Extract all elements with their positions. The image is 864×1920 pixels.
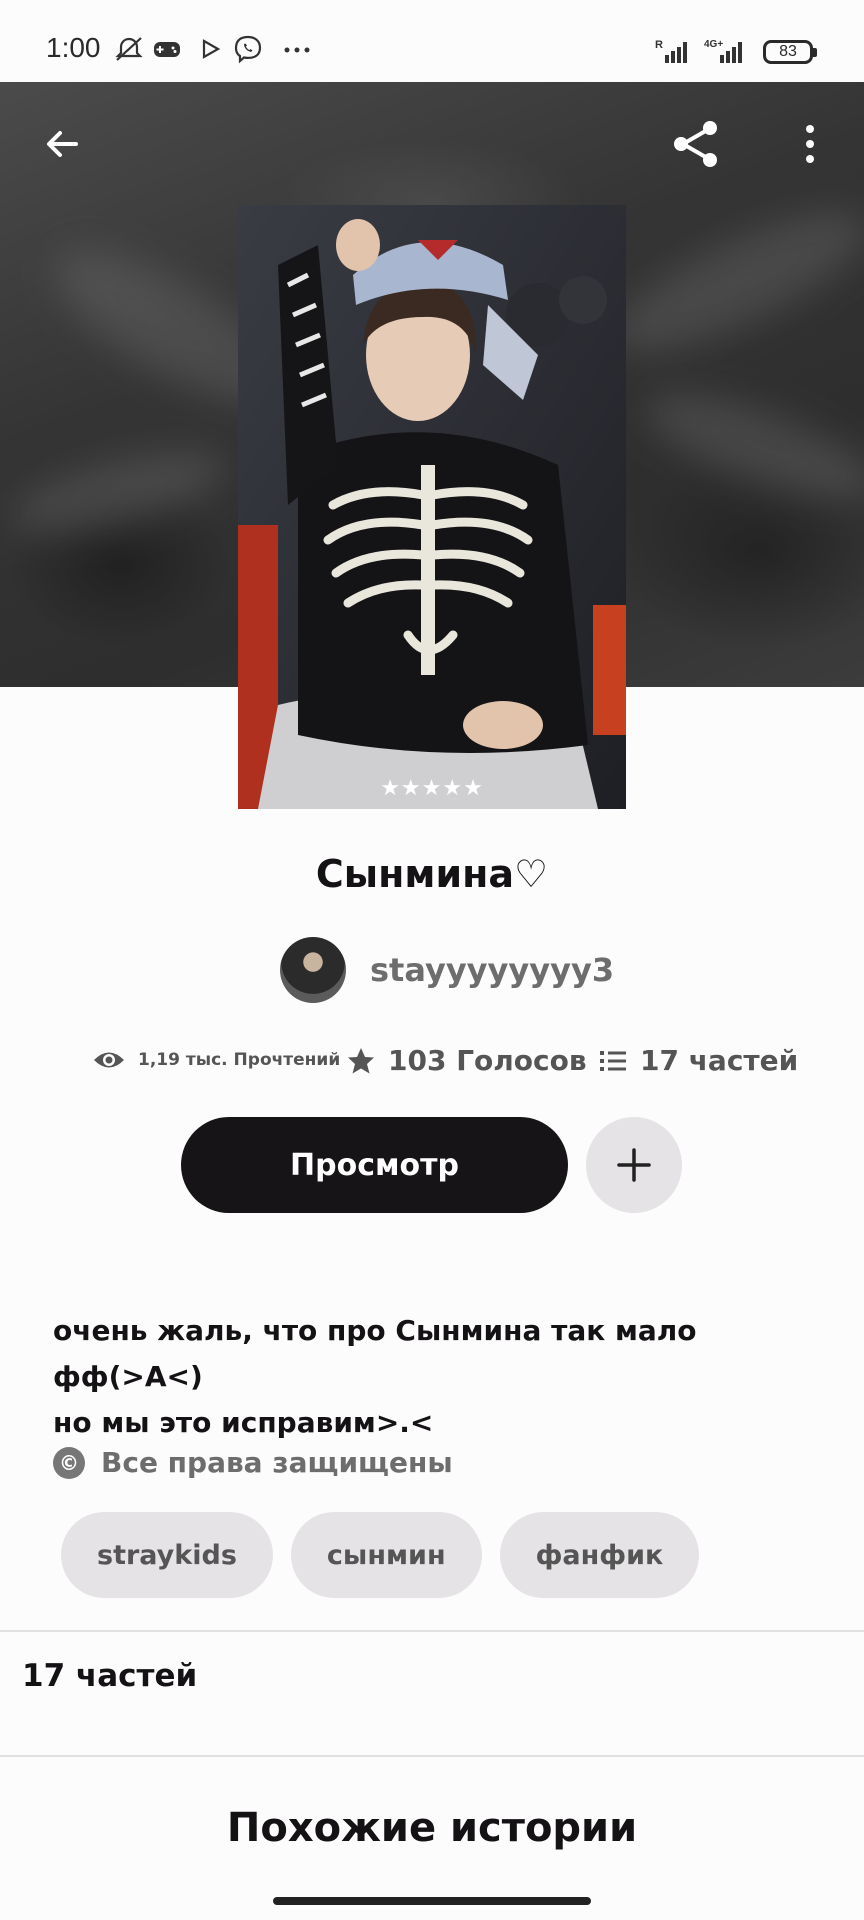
story-cover-image[interactable]: ★★★★★	[238, 205, 626, 809]
signal-4g-icon: 4G+	[704, 39, 742, 63]
gamepad-icon	[154, 42, 180, 57]
tag-list: straykids сынмин фанфик	[61, 1512, 717, 1598]
list-icon	[600, 1050, 626, 1071]
section-divider	[0, 1630, 864, 1632]
viber-icon	[234, 35, 262, 64]
read-button[interactable]: Просмотр	[181, 1117, 568, 1213]
back-button[interactable]	[30, 112, 94, 176]
svg-text:R: R	[655, 39, 663, 51]
parts-section-title[interactable]: 17 частей	[22, 1658, 197, 1694]
reads-stat: 1,19 тыс. Прочтений	[92, 1048, 340, 1072]
author-avatar[interactable]	[280, 937, 346, 1003]
votes-stat: 103 Голосов	[346, 1044, 587, 1077]
mute-bell-icon	[115, 37, 143, 61]
copyright-icon: ©	[53, 1446, 85, 1479]
parts-stat: 17 частей	[598, 1044, 798, 1077]
copyright-notice: © Все права защищены	[53, 1446, 453, 1479]
author-name[interactable]: stayyyyyyyy3	[370, 951, 614, 989]
eye-icon	[94, 1052, 124, 1068]
cover-photo	[238, 205, 626, 809]
signal-roaming-icon: R	[655, 39, 687, 63]
more-vertical-icon	[806, 125, 814, 163]
reads-count: 1,19 тыс. Прочтений	[138, 1050, 341, 1070]
add-to-library-button[interactable]	[586, 1117, 682, 1213]
author-row[interactable]: stayyyyyyyy3	[280, 937, 614, 1003]
story-stats: 1,19 тыс. Прочтений 103 Голосов 17 часте…	[0, 1040, 864, 1090]
similar-stories-title: Похожие истории	[226, 1805, 638, 1851]
tag-chip[interactable]: straykids	[61, 1512, 273, 1598]
svg-text:4G+: 4G+	[704, 39, 723, 50]
tag-chip[interactable]: сынмин	[290, 1512, 482, 1598]
plus-icon	[617, 1148, 651, 1182]
arrow-left-icon	[47, 131, 78, 157]
star-icon	[348, 1047, 374, 1073]
description-line: но мы это исправим>.<	[53, 1406, 434, 1439]
more-menu-button[interactable]	[778, 112, 842, 176]
status-bar: 1:00 R 4G+ 83	[0, 0, 864, 82]
battery-indicator: 83	[763, 40, 817, 64]
section-divider	[0, 1755, 864, 1757]
share-button[interactable]	[664, 112, 728, 176]
story-title: Сынмина♡	[315, 852, 549, 896]
votes-count: 103 Голосов	[388, 1044, 587, 1077]
copyright-text: Все права защищены	[101, 1446, 453, 1479]
status-time: 1:00	[46, 32, 101, 63]
story-description: очень жаль, что про Сынмина так мало фф(…	[53, 1308, 833, 1446]
play-store-icon	[202, 39, 221, 59]
more-dots-icon	[284, 47, 310, 53]
home-indicator[interactable]	[273, 1897, 591, 1905]
parts-count: 17 частей	[640, 1044, 799, 1077]
share-icon	[674, 121, 717, 167]
cover-stars: ★★★★★	[380, 776, 484, 801]
tag-chip[interactable]: фанфик	[499, 1512, 700, 1598]
description-line: очень жаль, что про Сынмина так мало фф(…	[53, 1314, 697, 1393]
